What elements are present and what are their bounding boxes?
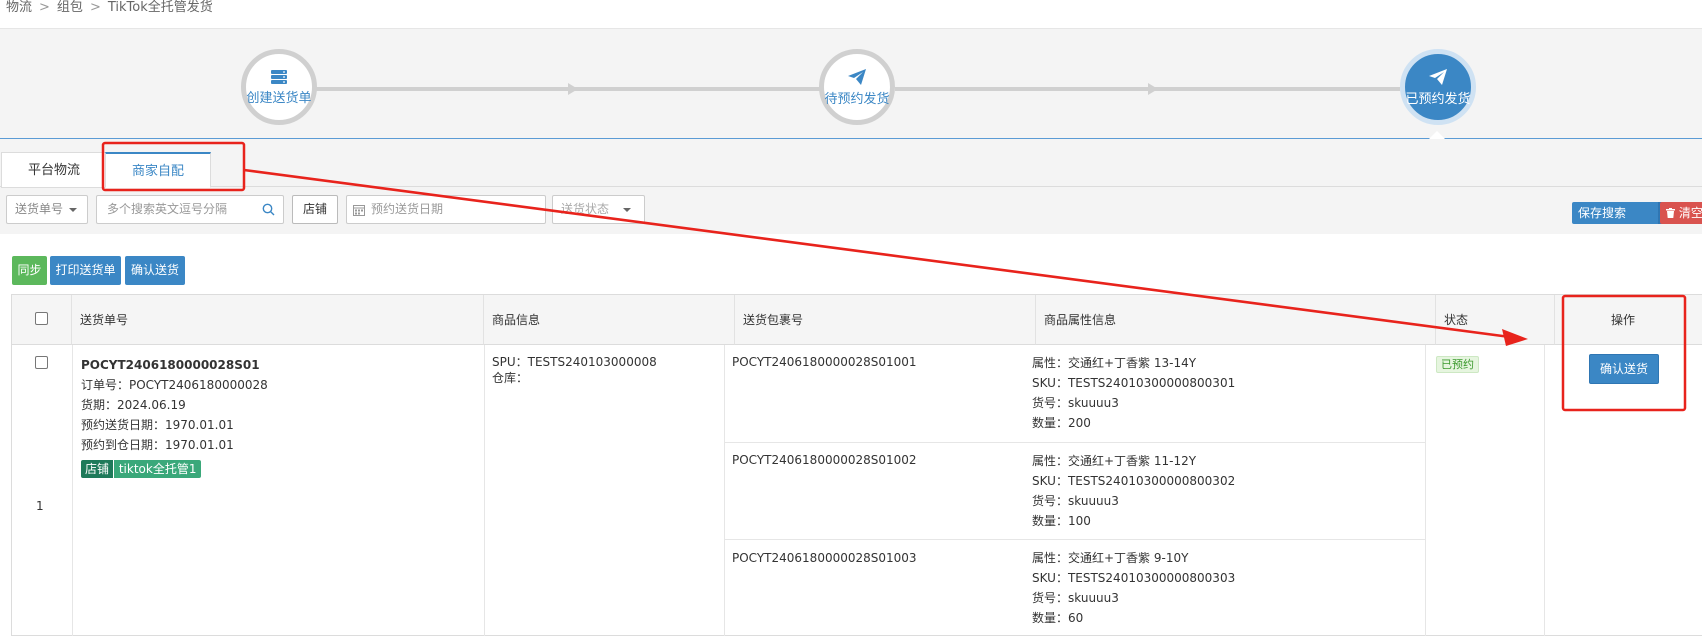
qty-line: 数量：200 [1032, 416, 1091, 430]
header-attributes: 商品属性信息 [1036, 295, 1436, 345]
shop-tag-name: tiktok全托管1 [113, 460, 202, 478]
row-checkbox[interactable] [35, 356, 48, 369]
sku-line: SKU：TESTS24010300000800302 [1032, 474, 1236, 488]
package-divider [724, 442, 1425, 443]
step-label: 已预约发货 [1405, 91, 1471, 107]
clear-button[interactable]: 清空 [1660, 202, 1702, 224]
breadcrumb-separator: > [39, 0, 50, 15]
header-delivery-no: 送货单号 [72, 295, 484, 345]
code-line: 货号：skuuuu3 [1032, 494, 1119, 508]
confirm-delivery-button[interactable]: 确认送货 [125, 256, 185, 285]
filter-bar: 送货单号 多个搜索英文逗号分隔 店铺 预约送货日期 送货状态 保存搜索 清空 [0, 188, 1702, 234]
breadcrumb-item-package[interactable]: 组包 [57, 0, 83, 15]
step-pending-booking: 待预约发货 [819, 49, 895, 125]
scheduled-arrive-date: 预约到仓日期：1970.01.01 [81, 438, 234, 452]
search-placeholder: 多个搜索英文逗号分隔 [107, 202, 228, 216]
package-attributes: 属性：交通红+丁香紫 13-14Y SKU：TESTS2401030000080… [1032, 353, 1235, 433]
search-input[interactable]: 多个搜索英文逗号分隔 [96, 195, 284, 224]
package-no: POCYT2406180000028S01003 [732, 551, 917, 565]
package-attributes: 属性：交通红+丁香紫 11-12Y SKU：TESTS2401030000080… [1032, 451, 1235, 531]
attr-line: 属性：交通红+丁香紫 13-14Y [1032, 356, 1197, 370]
trash-icon [1666, 208, 1675, 218]
step-arrow [568, 83, 578, 95]
column-divider [1544, 345, 1545, 636]
calendar-icon [353, 205, 365, 216]
header-product-info: 商品信息 [484, 295, 735, 345]
status-select[interactable]: 送货状态 [552, 195, 645, 224]
warehouse: 仓库： [492, 371, 529, 385]
sync-button[interactable]: 同步 [12, 256, 47, 285]
select-all-checkbox[interactable] [35, 312, 48, 325]
step-label: 创建送货单 [246, 90, 312, 106]
delivery-table: 送货单号 商品信息 送货包裹号 商品属性信息 状态 操作 1 POCYT2406… [11, 294, 1702, 636]
breadcrumb-item-current: TikTok全托管发货 [107, 0, 213, 15]
clear-label: 清空 [1678, 206, 1702, 220]
product-info: SPU：TESTS240103000008 仓库： [492, 354, 657, 386]
shop-tags: 店铺 tiktok全托管1 [81, 459, 268, 479]
paper-plane-icon [1429, 68, 1447, 85]
breadcrumb-separator: > [89, 0, 101, 15]
column-divider [484, 345, 485, 636]
select-label: 送货状态 [561, 202, 610, 216]
step-arrow [1148, 83, 1158, 95]
header-status: 状态 [1436, 295, 1555, 345]
header-select [12, 295, 72, 345]
step-booked: 已预约发货 [1400, 49, 1476, 125]
step-connector [310, 87, 820, 91]
breadcrumb: 物流 > 组包 > TikTok全托管发货 [0, 0, 1702, 29]
order-no: 订单号：POCYT2406180000028 [81, 378, 268, 392]
package-no: POCYT2406180000028S01001 [732, 355, 917, 369]
delivery-period: 货期：2024.06.19 [81, 398, 186, 412]
tab-platform-logistics[interactable]: 平台物流 [1, 152, 108, 188]
save-search-button[interactable]: 保存搜索 [1572, 202, 1658, 224]
spu: SPU：TESTS240103000008 [492, 355, 657, 369]
header-package-no: 送货包裹号 [735, 295, 1036, 345]
qty-line: 数量：100 [1032, 514, 1091, 528]
attr-line: 属性：交通红+丁香紫 9-10Y [1032, 551, 1189, 565]
search-icon [262, 203, 275, 216]
date-placeholder: 预约送货日期 [371, 202, 444, 216]
select-label: 送货单号 [15, 202, 64, 216]
status-badge: 已预约 [1436, 356, 1479, 373]
shop-button[interactable]: 店铺 [292, 195, 338, 224]
delivery-no-link[interactable]: POCYT2406180000028S01 [81, 355, 268, 375]
step-create-delivery: 创建送货单 [241, 49, 317, 125]
column-divider [72, 345, 73, 636]
caret-down-icon [69, 207, 78, 212]
sku-line: SKU：TESTS24010300000800303 [1032, 571, 1236, 585]
sku-line: SKU：TESTS24010300000800301 [1032, 376, 1236, 390]
paper-plane-icon [848, 68, 866, 85]
tab-merchant-self-delivery[interactable]: 商家自配 [105, 152, 212, 188]
delivery-info: POCYT2406180000028S01 订单号：POCYT240618000… [81, 355, 268, 479]
code-line: 货号：skuuuu3 [1032, 396, 1119, 410]
server-icon [271, 69, 287, 84]
code-line: 货号：skuuuu3 [1032, 591, 1119, 605]
row-confirm-delivery-button[interactable]: 确认送货 [1589, 354, 1659, 384]
step-label: 待预约发货 [824, 91, 890, 107]
active-step-caret [1429, 131, 1445, 139]
row-index: 1 [36, 499, 44, 513]
shop-tag-label: 店铺 [81, 460, 114, 478]
delivery-no-select[interactable]: 送货单号 [6, 195, 88, 224]
attr-line: 属性：交通红+丁香紫 11-12Y [1032, 454, 1197, 468]
main-panel: 同步 打印送货单 确认送货 送货单号 商品信息 送货包裹号 商品属性信息 状态 … [0, 234, 1702, 636]
scheduled-send-date: 预约送货日期：1970.01.01 [81, 418, 234, 432]
progress-steps: 创建送货单 待预约发货 已预约发货 [0, 29, 1702, 139]
column-divider [724, 345, 725, 636]
column-divider [1425, 345, 1426, 636]
print-delivery-button[interactable]: 打印送货单 [50, 256, 121, 285]
breadcrumb-item-logistics[interactable]: 物流 [6, 0, 32, 15]
header-actions: 操作 [1555, 295, 1702, 345]
tab-bar: 平台物流 商家自配 [0, 152, 1702, 188]
qty-line: 数量：60 [1032, 611, 1084, 625]
package-divider [724, 539, 1425, 540]
caret-down-icon [623, 207, 632, 212]
date-input[interactable]: 预约送货日期 [346, 195, 546, 224]
package-attributes: 属性：交通红+丁香紫 9-10Y SKU：TESTS24010300000800… [1032, 548, 1235, 628]
package-no: POCYT2406180000028S01002 [732, 453, 917, 467]
